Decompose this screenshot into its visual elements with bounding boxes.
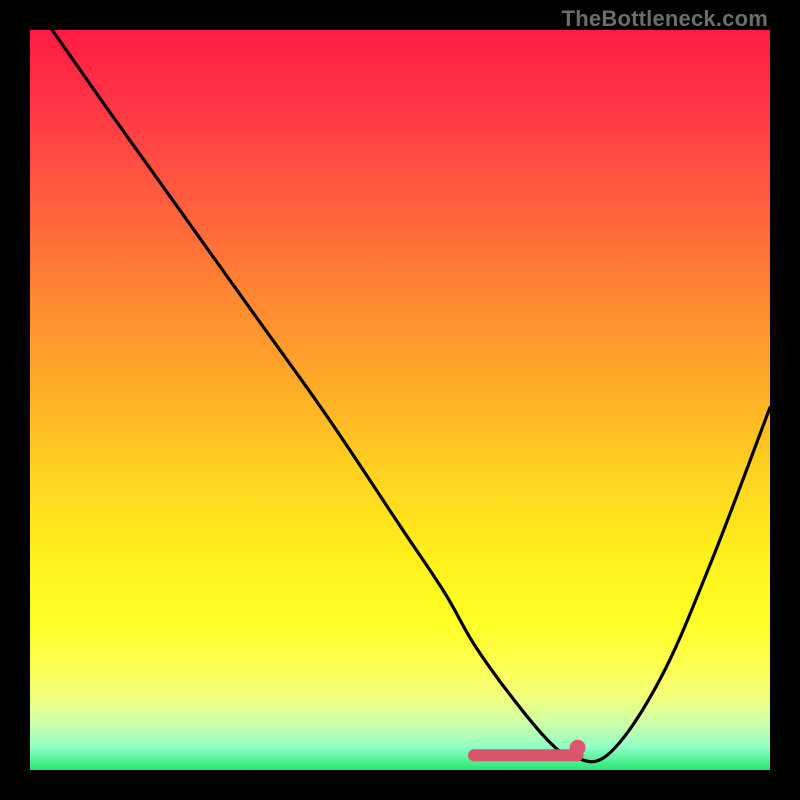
chart-frame: TheBottleneck.com (0, 0, 800, 800)
optimal-marker (570, 740, 586, 756)
plot-area (30, 30, 770, 770)
bottleneck-curve (52, 30, 770, 762)
watermark-text: TheBottleneck.com (562, 6, 768, 32)
curve-layer (30, 30, 770, 770)
